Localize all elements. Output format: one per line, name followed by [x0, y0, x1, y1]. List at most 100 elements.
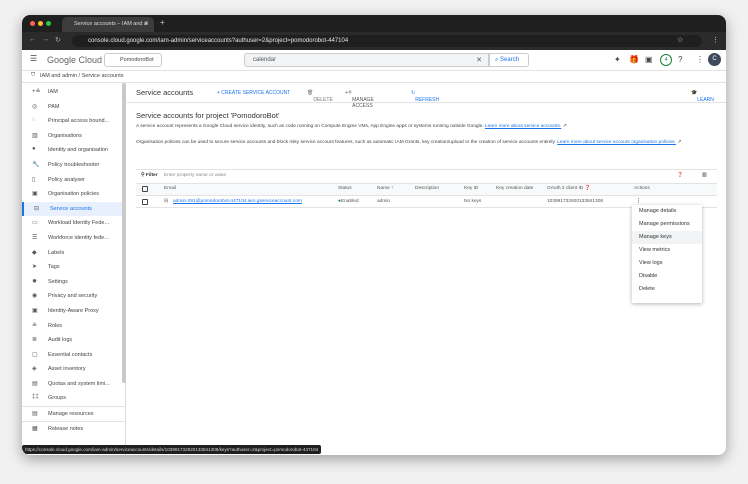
column-key-id[interactable]: Key ID — [464, 186, 478, 191]
sidebar-item-organisations[interactable]: ▥ Organisations — [22, 129, 125, 144]
sidebar-item-principal-access-bound[interactable]: ◌ Principal access bound... — [22, 114, 125, 129]
menu-item-manage-permissions[interactable]: Manage permissions — [632, 218, 702, 231]
sidebar-item-roles[interactable]: ≗ Roles — [22, 319, 125, 334]
sidebar-item-settings[interactable]: ✹ Settings — [22, 275, 125, 290]
sidebar-icon: ◌ — [32, 117, 36, 124]
learn-more-link[interactable]: Learn more about service accounts. — [485, 124, 561, 129]
breadcrumb: ⛉ IAM and admin / Service accounts — [22, 71, 726, 83]
manage-resources-icon: ▤ — [32, 411, 38, 418]
sidebar-icon: 🔧 — [32, 161, 40, 168]
back-icon[interactable]: ← — [29, 36, 36, 43]
menu-item-manage-keys[interactable]: Manage keys — [632, 231, 702, 244]
row-checkbox[interactable] — [142, 199, 148, 205]
sidebar-item-policy-analyser[interactable]: ▯ Policy analyser — [22, 173, 125, 188]
clear-search-icon[interactable]: ✕ — [476, 56, 482, 64]
sidebar-icon: ‡‡ — [32, 394, 39, 401]
column-display-icon[interactable]: ▥ — [702, 173, 707, 178]
help-icon[interactable]: ? — [678, 55, 682, 64]
url-input[interactable]: console.cloud.google.com/iam-admin/servi… — [72, 35, 702, 47]
bookmark-star-icon[interactable]: ☆ — [677, 36, 683, 44]
table-row: ⊟ admin-291@pomodorobot-447104.iam.gserv… — [136, 195, 717, 208]
project-picker[interactable]: PomodoroBot — [104, 53, 162, 67]
sidebar-item-iam[interactable]: +≗ IAM — [22, 85, 125, 100]
sidebar-item-tags[interactable]: ➤ Tags — [22, 260, 125, 275]
notifications-badge[interactable]: 4 — [660, 54, 672, 66]
sidebar-icon: ◆ — [32, 249, 37, 256]
search-input[interactable]: calendar ✕ — [244, 53, 489, 67]
sidebar-item-workload-identity-fede[interactable]: ▭ Workload Identity Fede... — [22, 216, 125, 231]
column-actions: Actions — [634, 186, 650, 191]
gift-icon[interactable]: 🎁 — [629, 55, 639, 64]
sidebar-item-privacy-and-security[interactable]: ◉ Privacy and security — [22, 289, 125, 304]
filter-input[interactable]: Enter property name or value — [164, 173, 226, 178]
help-icon[interactable]: ❓ — [677, 173, 683, 178]
status-badge: ●Enabled — [338, 199, 359, 204]
gemini-icon[interactable]: ✦ — [614, 55, 621, 64]
close-tab-icon[interactable]: ✕ — [144, 20, 149, 27]
service-account-icon: ⊟ — [164, 199, 169, 204]
sidebar-item-organisation-policies[interactable]: ▣ Organisation policies — [22, 187, 125, 202]
menu-item-manage-details[interactable]: Manage details — [632, 205, 702, 218]
column-description[interactable]: Description — [415, 186, 439, 191]
new-tab-button[interactable]: + — [160, 18, 165, 27]
sidebar-item-pam[interactable]: ◎ PAM — [22, 100, 125, 115]
sidebar-item-quotas-and-system-limi[interactable]: ▤ Quotas and system limi... — [22, 377, 125, 392]
browser-tab[interactable]: Service accounts – IAM and a ✕ — [62, 17, 154, 32]
sidebar-icon: ⊟ — [34, 205, 40, 212]
menu-item-disable[interactable]: Disable — [632, 270, 702, 283]
org-policies-link[interactable]: Learn more about service account organis… — [557, 140, 676, 145]
sidebar-item-labels[interactable]: ◆ Labels — [22, 246, 125, 261]
manage-access-button[interactable]: +≗ MANAGE ACCESS — [345, 90, 374, 109]
hamburger-menu-icon[interactable]: ☰ — [30, 54, 37, 63]
sidebar-item-groups[interactable]: ‡‡ Groups — [22, 391, 125, 406]
cloud-shell-icon[interactable]: ▣ — [645, 55, 653, 64]
sidebar-item-label: Roles — [48, 322, 63, 329]
forward-icon[interactable]: → — [42, 36, 49, 43]
sidebar-item-workforce-identity-fede[interactable]: ☰ Workforce identity fede... — [22, 231, 125, 246]
column-client-id[interactable]: OAuth 2 client ID ❓ — [547, 186, 591, 191]
service-accounts-table: ⚲ Filter Enter property name or value ❓ … — [136, 169, 717, 208]
avatar[interactable]: C — [708, 53, 721, 66]
sidebar-item-asset-inventory[interactable]: ◈ Asset inventory — [22, 362, 125, 377]
maximize-window-button[interactable] — [46, 21, 51, 26]
column-name[interactable]: Name ↑ — [377, 186, 394, 191]
sidebar-scrollbar[interactable] — [122, 83, 126, 383]
table-header: Email Status Name ↑ Description Key ID K… — [136, 183, 717, 195]
sidebar-item-service-accounts[interactable]: ⊟ Service accounts — [22, 201, 125, 217]
sidebar-item-label: Quotas and system limi... — [48, 380, 110, 387]
select-all-checkbox[interactable] — [142, 186, 148, 192]
search-button[interactable]: ⌕ Search — [489, 53, 529, 67]
sidebar-release-notes[interactable]: ▦ Release notes — [22, 420, 125, 436]
close-window-button[interactable] — [30, 21, 35, 26]
row-actions-button[interactable]: ⋮ — [636, 199, 641, 204]
minimize-window-button[interactable] — [38, 21, 43, 26]
menu-item-view-metrics[interactable]: View metrics — [632, 244, 702, 257]
delete-button[interactable]: 🗑 DELETE — [307, 90, 333, 103]
sidebar-item-essential-contacts[interactable]: ▢ Essential contacts — [22, 348, 125, 363]
email-link[interactable]: admin-291@pomodorobot-447104.iam.gservic… — [173, 199, 302, 204]
sidebar-item-label: Identity-Aware Proxy — [48, 307, 99, 314]
tab-title: Service accounts – IAM and a — [74, 21, 148, 27]
create-service-account-button[interactable]: + CREATE SERVICE ACCOUNT — [217, 90, 290, 96]
column-key-date[interactable]: Key creation date — [496, 186, 533, 191]
sidebar-item-audit-logs[interactable]: ≣ Audit logs — [22, 333, 125, 348]
browser-menu-icon[interactable]: ⋮ — [712, 36, 719, 44]
reload-icon[interactable]: ↻ — [55, 36, 61, 44]
column-email[interactable]: Email — [164, 186, 176, 191]
sidebar-icon: ✹ — [32, 278, 38, 285]
sidebar-item-identity-and-organisation[interactable]: ● Identity and organisation — [22, 143, 125, 158]
breadcrumb-root[interactable]: IAM and admin — [40, 73, 77, 79]
google-cloud-logo[interactable]: Google Cloud — [47, 55, 102, 65]
menu-item-view-logs[interactable]: View logs — [632, 257, 702, 270]
description-1: A service account represents a Google Cl… — [136, 124, 567, 129]
sidebar-manage-resources[interactable]: ▤ Manage resources — [22, 406, 125, 421]
learn-button[interactable]: 🎓 LEARN — [691, 90, 714, 103]
sidebar-item-policy-troubleshooter[interactable]: 🔧 Policy troubleshooter — [22, 158, 125, 173]
column-status[interactable]: Status — [338, 186, 352, 191]
sidebar-item-label: Essential contacts — [48, 351, 93, 358]
filter-bar[interactable]: ⚲ Filter Enter property name or value ❓ … — [136, 169, 717, 183]
refresh-button[interactable]: ↻ REFRESH — [411, 90, 439, 103]
sidebar-item-identity-aware-proxy[interactable]: ▣ Identity-Aware Proxy — [22, 304, 125, 319]
more-options-icon[interactable]: ⋮ — [696, 55, 704, 64]
menu-item-delete[interactable]: Delete — [632, 283, 702, 296]
